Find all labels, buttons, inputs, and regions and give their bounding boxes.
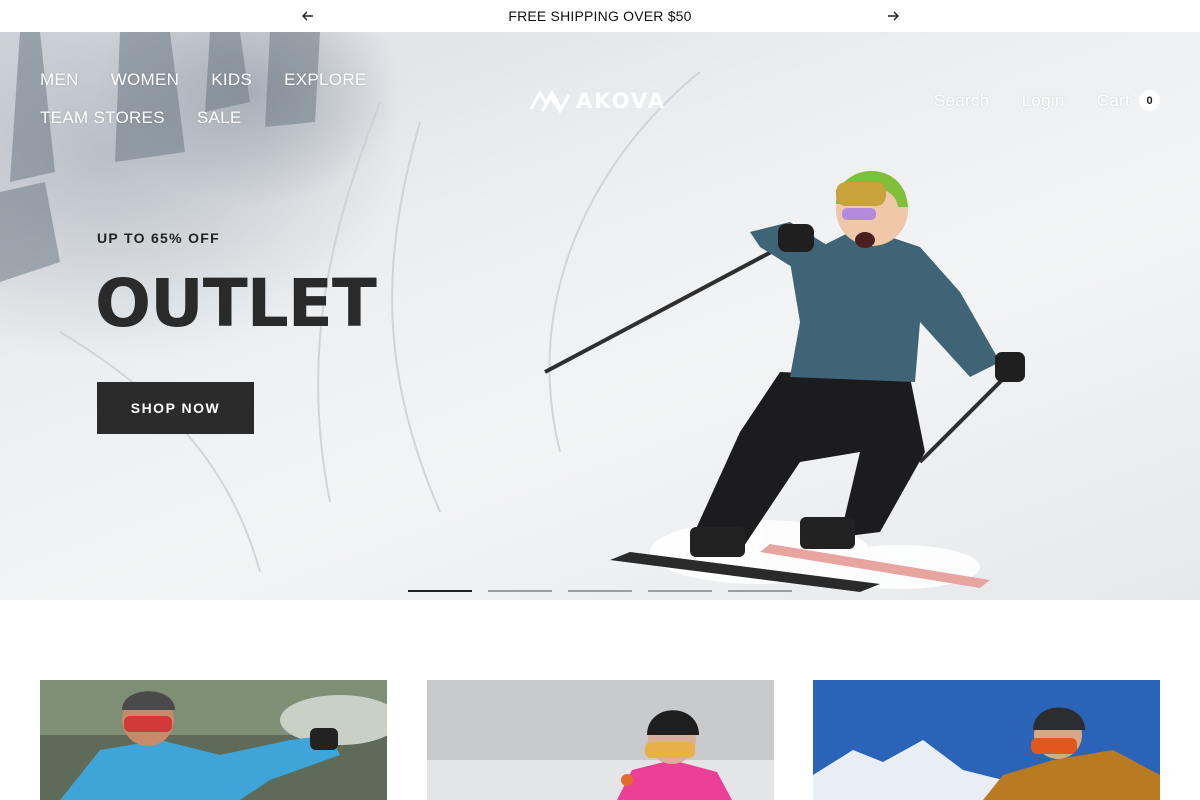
cart-label: Cart bbox=[1096, 90, 1130, 110]
slide-indicator-5[interactable] bbox=[728, 590, 792, 592]
card-image-pink-jacket bbox=[427, 680, 774, 800]
slider-pagination bbox=[408, 590, 792, 592]
announcement-text: FREE SHIPPING OVER $50 bbox=[508, 8, 692, 24]
cart-link[interactable]: Cart 0 bbox=[1097, 90, 1160, 111]
main-nav: MEN WOMEN KIDS EXPLORE TEAM STORES SALE bbox=[40, 70, 500, 128]
slide-indicator-4[interactable] bbox=[648, 590, 712, 592]
cart-count-badge: 0 bbox=[1139, 90, 1160, 111]
logo[interactable]: AKOVA bbox=[530, 89, 666, 113]
nav-item-team-stores[interactable]: TEAM STORES bbox=[40, 108, 165, 128]
slide-indicator-1[interactable] bbox=[408, 590, 472, 592]
card-image-blue-jacket bbox=[40, 680, 387, 800]
card-image-orange-jacket bbox=[813, 680, 1160, 800]
login-link[interactable]: Login bbox=[1022, 91, 1065, 111]
hero-title: OUTLET bbox=[95, 265, 377, 342]
shop-now-button[interactable]: SHOP NOW bbox=[97, 382, 254, 434]
logo-mark-icon bbox=[530, 90, 570, 113]
slide-indicator-3[interactable] bbox=[568, 590, 632, 592]
hero-banner: MEN WOMEN KIDS EXPLORE TEAM STORES SALE … bbox=[0, 32, 1200, 600]
arrow-left-icon[interactable] bbox=[300, 8, 316, 24]
category-card-3[interactable] bbox=[813, 680, 1160, 800]
nav-item-sale[interactable]: SALE bbox=[197, 108, 242, 128]
category-card-2[interactable] bbox=[427, 680, 774, 800]
search-link[interactable]: Search bbox=[934, 91, 990, 111]
slide-indicator-2[interactable] bbox=[488, 590, 552, 592]
announcement-bar: FREE SHIPPING OVER $50 bbox=[0, 0, 1200, 32]
nav-item-men[interactable]: MEN bbox=[40, 70, 79, 90]
category-card-1[interactable] bbox=[40, 680, 387, 800]
nav-item-women[interactable]: WOMEN bbox=[111, 70, 180, 90]
nav-item-explore[interactable]: EXPLORE bbox=[284, 70, 366, 90]
nav-item-kids[interactable]: KIDS bbox=[211, 70, 252, 90]
header-actions: Search Login Cart 0 bbox=[934, 90, 1160, 111]
hero-subtitle: UP TO 65% OFF bbox=[97, 230, 220, 246]
arrow-right-icon[interactable] bbox=[885, 8, 901, 24]
logo-text: AKOVA bbox=[576, 89, 666, 113]
